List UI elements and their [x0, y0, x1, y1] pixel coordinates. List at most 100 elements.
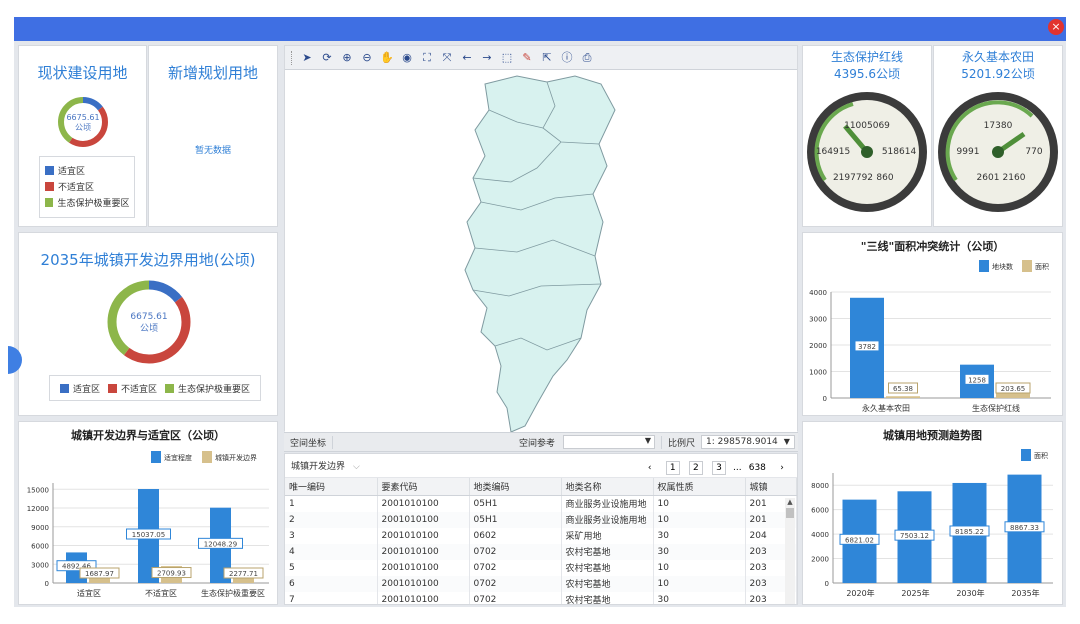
table-row[interactable]: 6 2001010100 0702 农村宅基地 10 203	[285, 575, 797, 592]
table-row[interactable]: 4 2001010100 0702 农村宅基地 30 203	[285, 543, 797, 560]
table-row[interactable]: 5 2001010100 0702 农村宅基地 10 203	[285, 559, 797, 576]
data-label: 1687.97	[85, 570, 114, 578]
table-cell: 2001010100	[377, 575, 470, 592]
select-icon[interactable]: ⬚	[500, 51, 514, 65]
data-label: 1258	[968, 376, 986, 384]
pointer-icon[interactable]: ➤	[300, 51, 314, 65]
scrollbar-thumb[interactable]	[786, 508, 794, 518]
table-cell: 2001010100	[377, 591, 470, 604]
eraser-icon[interactable]: ✎	[520, 51, 534, 65]
scale-value-select[interactable]: 1: 298578.9014 ▼	[701, 435, 795, 449]
x-tick-label: 适宜区	[77, 588, 101, 598]
page-button-last[interactable]: 638	[748, 462, 766, 476]
table-cell: 商业服务业设施用地	[561, 495, 654, 512]
legend-label: 面积	[1034, 451, 1048, 460]
x-tick-label: 生态保护红线	[972, 403, 1020, 413]
zoom-out-icon[interactable]: ⊖	[360, 51, 374, 65]
gauge-tick-label: 2160	[1003, 173, 1026, 183]
existing-land-legend: 适宜区 不适宜区 生态保护极重要区	[39, 156, 135, 218]
conflict-chart: 地块数 面积 0 1000 2000 3000 4000 永久基本农田 3782 65.38 生态保…	[809, 260, 1051, 413]
legend-item: 生态保护极重要区	[165, 382, 250, 395]
y-tick-label: 3000	[809, 316, 827, 324]
gauge-tick-label: 164915	[816, 147, 850, 157]
table-cell: 2001010100	[377, 495, 470, 512]
globe-icon[interactable]: ◉	[400, 51, 414, 65]
table-header-row: 唯一编码 要素代码 地类编码 地类名称 权属性质 城镇	[285, 478, 797, 496]
conflict-chart-title: "三线"面积冲突统计（公顷）	[860, 240, 1005, 253]
gauge-tick-label: 17380	[984, 121, 1013, 131]
table-cell: 5	[285, 559, 378, 576]
existing-land-panel: 现状建设用地 6675.61 公顷 适宜区 不适宜区 生态保护极重要区	[18, 45, 147, 227]
spatial-ref-select[interactable]: ▼	[563, 435, 656, 449]
table-row[interactable]: 2 2001010100 05H1 商业服务业设施用地 10 201	[285, 511, 797, 528]
page-button-1[interactable]: 1	[665, 461, 680, 475]
zoom-in-icon[interactable]: ⊕	[340, 51, 354, 65]
identify-icon[interactable]: ⇱	[540, 51, 554, 65]
table-row[interactable]: 1 2001010100 05H1 商业服务业设施用地 10 201	[285, 495, 797, 512]
data-label: 6821.02	[845, 536, 874, 544]
table-cell: 0702	[469, 543, 562, 560]
back-arrow-icon[interactable]: ←	[460, 51, 474, 65]
legend-swatch-icon	[151, 451, 161, 463]
data-label: 8185.22	[955, 528, 984, 536]
toolbar-grip	[291, 50, 294, 65]
pan-hand-icon[interactable]: ✋	[380, 51, 394, 65]
refresh-icon[interactable]: ⟳	[320, 51, 334, 65]
next-page-button[interactable]: ›	[775, 462, 789, 476]
map-toolbar: ➤ ⟳ ⊕ ⊖ ✋ ◉ ⛶ ⤧ ← → ⬚ ✎ ⇱ ⓘ ⎙	[285, 46, 797, 70]
table-body: 1 2001010100 05H1 商业服务业设施用地 10 201 2 2001010100…	[285, 495, 797, 604]
layer-select[interactable]: 城镇开发边界 ⌵	[291, 459, 360, 472]
suitability-chart-panel: 城镇开发边界与适宜区（公顷） 适宜程度 城镇开发边界 0 3000 6000 9000 12…	[18, 421, 278, 605]
table-row[interactable]: 7 2001010100 0702 农村宅基地 30 203	[285, 591, 797, 604]
table-cell: 05H1	[469, 511, 562, 528]
table-cell: 农村宅基地	[561, 575, 654, 592]
column-header[interactable]: 地类编码	[469, 478, 562, 496]
legend-swatch-icon	[59, 383, 69, 393]
status-ref-label: 空间参考	[519, 438, 556, 449]
boundary-2035-donut: 6675.61 公顷	[107, 280, 191, 364]
forward-arrow-icon[interactable]: →	[480, 51, 494, 65]
info-icon[interactable]: ⓘ	[560, 51, 574, 65]
x-tick-label: 永久基本农田	[862, 403, 910, 413]
new-planned-title: 新增规划用地	[167, 64, 258, 82]
data-label: 2709.93	[157, 570, 186, 578]
map-canvas[interactable]	[285, 70, 797, 432]
full-extent-icon[interactable]: ⛶	[420, 51, 434, 65]
column-header[interactable]: 要素代码	[377, 478, 470, 496]
prev-page-button[interactable]: ‹	[642, 462, 657, 476]
bar	[886, 396, 920, 398]
y-tick-label: 9000	[31, 524, 49, 532]
print-icon[interactable]: ⎙	[580, 51, 594, 65]
gauge-hub	[992, 146, 1004, 158]
table-cell: 2	[285, 511, 378, 528]
trend-chart-panel: 城镇用地预测趋势图 面积 0 2000 4000 6000 8000 2020年 6821.0…	[802, 421, 1063, 605]
close-icon[interactable]: ×	[1048, 19, 1064, 35]
legend-swatch-icon	[45, 182, 54, 191]
data-label: 3782	[858, 343, 876, 351]
column-header[interactable]: 唯一编码	[285, 478, 378, 496]
page-button-3[interactable]: 3	[711, 461, 726, 475]
y-tick-label: 0	[823, 395, 827, 403]
chevron-down-icon: ▼	[783, 437, 790, 446]
farm-gauge-value: 5201.92公顷	[961, 67, 1035, 81]
table-cell: 30	[653, 591, 746, 604]
table-cell: 3	[285, 527, 378, 544]
gauge-hub	[861, 146, 873, 158]
legend-swatch-icon	[202, 451, 212, 463]
fit-icon[interactable]: ⤧	[440, 51, 454, 65]
table-row[interactable]: 3 2001010100 0602 采矿用地 30 204	[285, 527, 797, 544]
scroll-up-icon[interactable]: ▲	[785, 498, 795, 506]
column-header[interactable]: 城镇	[745, 478, 797, 496]
column-header[interactable]: 权属性质	[653, 478, 746, 496]
table-cell: 采矿用地	[561, 527, 654, 544]
table-cell: 0702	[469, 559, 562, 576]
table-toolbar: 城镇开发边界 ⌵ ‹ 1 2 3 ... 638 ›	[285, 454, 797, 478]
table-scrollbar[interactable]: ▲	[785, 498, 795, 604]
table-cell: 30	[653, 527, 746, 544]
page-button-2[interactable]: 2	[688, 461, 703, 475]
layer-select-label: 城镇开发边界	[291, 462, 346, 472]
y-tick-label: 0	[825, 580, 829, 588]
column-header[interactable]: 地类名称	[561, 478, 654, 496]
legend-label: 生态保护极重要区	[178, 384, 251, 395]
table-cell: 05H1	[469, 495, 562, 512]
